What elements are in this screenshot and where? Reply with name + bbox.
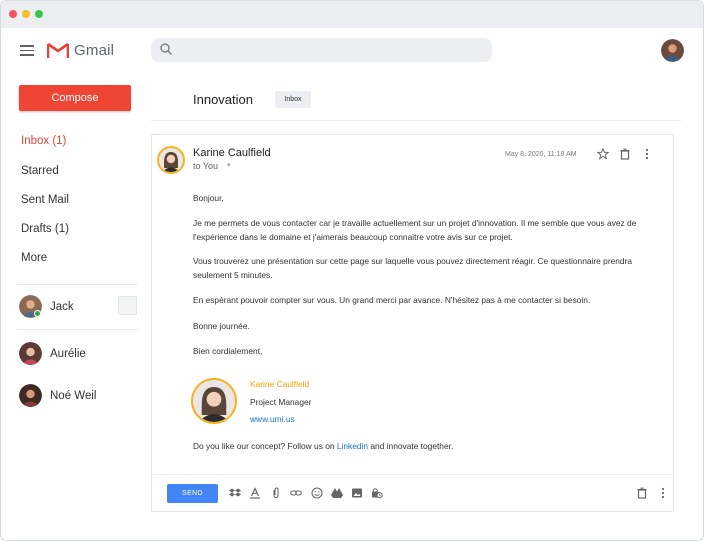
more-options-icon[interactable] [657,487,669,499]
chevron-down-icon[interactable]: ▾ [227,161,231,169]
signature-website-link[interactable]: www.umi.us [250,414,295,424]
link-icon[interactable] [290,487,302,499]
insert-photo-icon[interactable] [351,487,363,499]
message-paragraph: En espérant pouvoir compter sur vous. Un… [193,295,591,305]
trash-icon[interactable] [619,148,631,160]
person-icon [159,148,183,172]
compose-divider [152,474,673,475]
menu-icon[interactable] [20,45,34,56]
sidebar-item-drafts[interactable]: Drafts (1) [21,223,69,235]
thread-subject: Innovation [193,92,253,107]
sidebar-item-sent-mail[interactable]: Sent Mail [21,194,69,206]
footer-text: Do you like our concept? Follow us on [193,441,337,451]
window-titlebar [1,1,703,28]
sidebar-divider [17,329,137,330]
contact-name: Noé Weil [50,390,97,402]
sender-name[interactable]: Karine Caulfield [193,147,271,159]
chat-checkbox[interactable] [118,296,137,315]
message-paragraph: Bien cordialement, [193,346,263,356]
minimize-window-button[interactable] [22,10,30,18]
contact-name: Aurélie [50,348,86,360]
message-paragraph: Je me permets de vous contacter car je t… [193,218,637,242]
confidential-mode-icon[interactable] [371,487,383,499]
message-paragraph: Bonjour, [193,193,224,203]
inbox-label-badge[interactable]: Inbox [275,91,311,108]
account-avatar[interactable] [661,39,684,62]
message-date: May 8, 2020, 11:18 AM [505,151,577,158]
search-input[interactable] [151,38,492,62]
compose-button[interactable]: Compose [19,85,131,111]
contact-avatar [19,342,42,365]
message-paragraph: Vous trouverez une présentation sur cett… [193,256,633,280]
maximize-window-button[interactable] [35,10,43,18]
signature-role: Project Manager [250,397,312,407]
recipient-label: to You [193,161,219,171]
brand-name: Gmail [74,42,115,59]
attachment-icon[interactable] [270,487,282,499]
sidebar-item-starred[interactable]: Starred [21,165,59,177]
online-status-icon [34,310,41,317]
close-window-button[interactable] [9,10,17,18]
sidebar-divider [17,284,137,285]
search-icon[interactable] [159,42,173,56]
message-paragraph: Bonne journée. [193,321,250,331]
sidebar-item-inbox[interactable]: Inbox (1) [21,135,66,147]
google-drive-icon[interactable] [331,487,343,499]
format-text-icon[interactable] [249,487,261,499]
header-divider [151,120,681,121]
discard-draft-icon[interactable] [636,487,648,499]
contact-aurelie[interactable]: Aurélie [19,342,139,366]
linkedin-link[interactable]: Linkedin [337,441,368,451]
signature-avatar [191,378,237,424]
footer-text: and innovate together. [368,441,454,451]
sidebar-item-more[interactable]: More [21,252,47,264]
signature-name: Karine Caulfield [250,379,310,389]
message-footer: Do you like our concept? Follow us on Li… [193,439,658,453]
browser-window: Gmail Compose Inbox (1) Starred Sent Mai… [0,0,704,541]
dropbox-icon[interactable] [229,487,241,499]
more-options-icon[interactable] [641,148,653,160]
star-icon[interactable] [597,148,609,160]
contact-avatar [19,384,42,407]
contact-noe-weil[interactable]: Noé Weil [19,384,139,408]
contact-name: Jack [50,301,74,313]
send-button[interactable]: SEND [167,484,218,503]
emoji-icon[interactable] [311,487,323,499]
gmail-logo-icon [47,42,69,58]
sender-avatar [157,146,185,174]
person-icon [193,380,235,422]
